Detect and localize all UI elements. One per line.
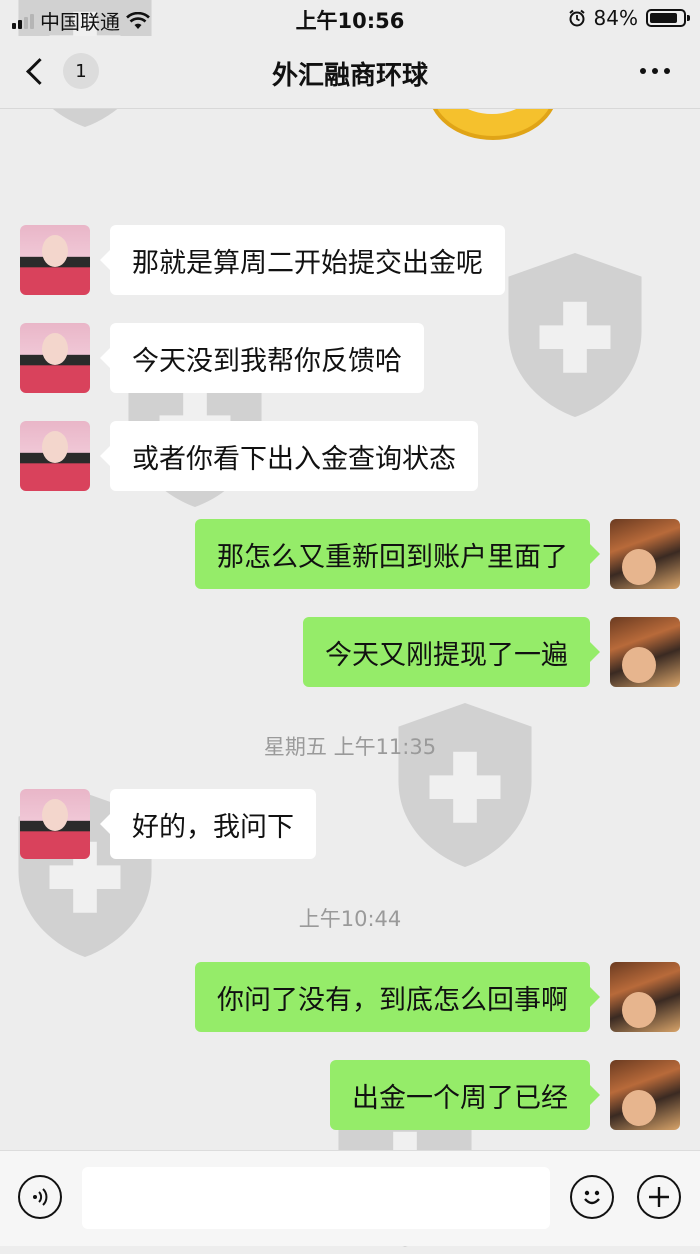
alarm-icon [568,9,585,27]
message-timestamp: 星期五 上午11:35 [263,735,437,759]
message-row: 你问了没有，到底怎么回事啊 [0,962,700,1032]
more-options-button[interactable] [640,68,670,74]
self-avatar[interactable] [610,1060,680,1130]
message-bubble[interactable]: 你问了没有，到底怎么回事啊 [195,962,600,1032]
chat-title: 外汇融商环球 [271,61,428,91]
message-timestamp: 上午10:44 [298,907,402,931]
message-bubble[interactable]: 那怎么又重新回到账户里面了 [195,519,600,589]
self-avatar[interactable] [610,962,680,1032]
message-row: 那就是算周二开始提交出金呢 [0,225,700,295]
message-row: 出金一个周了已经 [0,1060,700,1130]
message-bubble[interactable]: 好的，我问下 [100,789,316,859]
more-dot-icon [664,68,670,74]
message-bubble[interactable]: 那就是算周二开始提交出金呢 [100,225,505,295]
message-row: 那怎么又重新回到账户里面了 [0,519,700,589]
emoji-icon [584,1190,600,1205]
contact-avatar[interactable] [20,323,90,393]
status-bar: 中国联通 上午10:56 84% [0,0,700,36]
message-bubble[interactable]: 今天又刚提现了一遍 [303,617,600,687]
message-input[interactable] [82,1167,550,1229]
message-row: 或者你看下出入金查询状态 [0,421,700,491]
chat-input-bar [0,1150,700,1246]
self-avatar[interactable] [610,617,680,687]
status-right: 84% [568,6,690,30]
voice-button[interactable] [18,1175,62,1219]
more-dot-icon [640,68,646,74]
message-bubble[interactable]: 或者你看下出入金查询状态 [100,421,478,491]
contact-avatar[interactable] [20,421,90,491]
battery-icon [646,9,690,27]
voice-icon [33,1188,48,1206]
emoji-button[interactable] [570,1175,614,1219]
chat-nav-bar: 1 外汇融商环球 [0,36,700,109]
message-bubble[interactable]: 出金一个周了已经 [330,1060,600,1130]
message-bubble[interactable]: 今天没到我帮你反馈哈 [100,323,424,393]
plus-button[interactable] [637,1175,681,1219]
contact-avatar[interactable] [20,789,90,859]
message-row: 好的，我问下 [0,789,700,859]
plus-icon [649,1187,669,1207]
self-avatar[interactable] [610,519,680,589]
more-dot-icon [652,68,658,74]
message-row: 今天没到我帮你反馈哈 [0,323,700,393]
contact-avatar[interactable] [20,225,90,295]
message-row: 今天又刚提现了一遍 [0,617,700,687]
battery-percent: 84% [593,6,638,30]
